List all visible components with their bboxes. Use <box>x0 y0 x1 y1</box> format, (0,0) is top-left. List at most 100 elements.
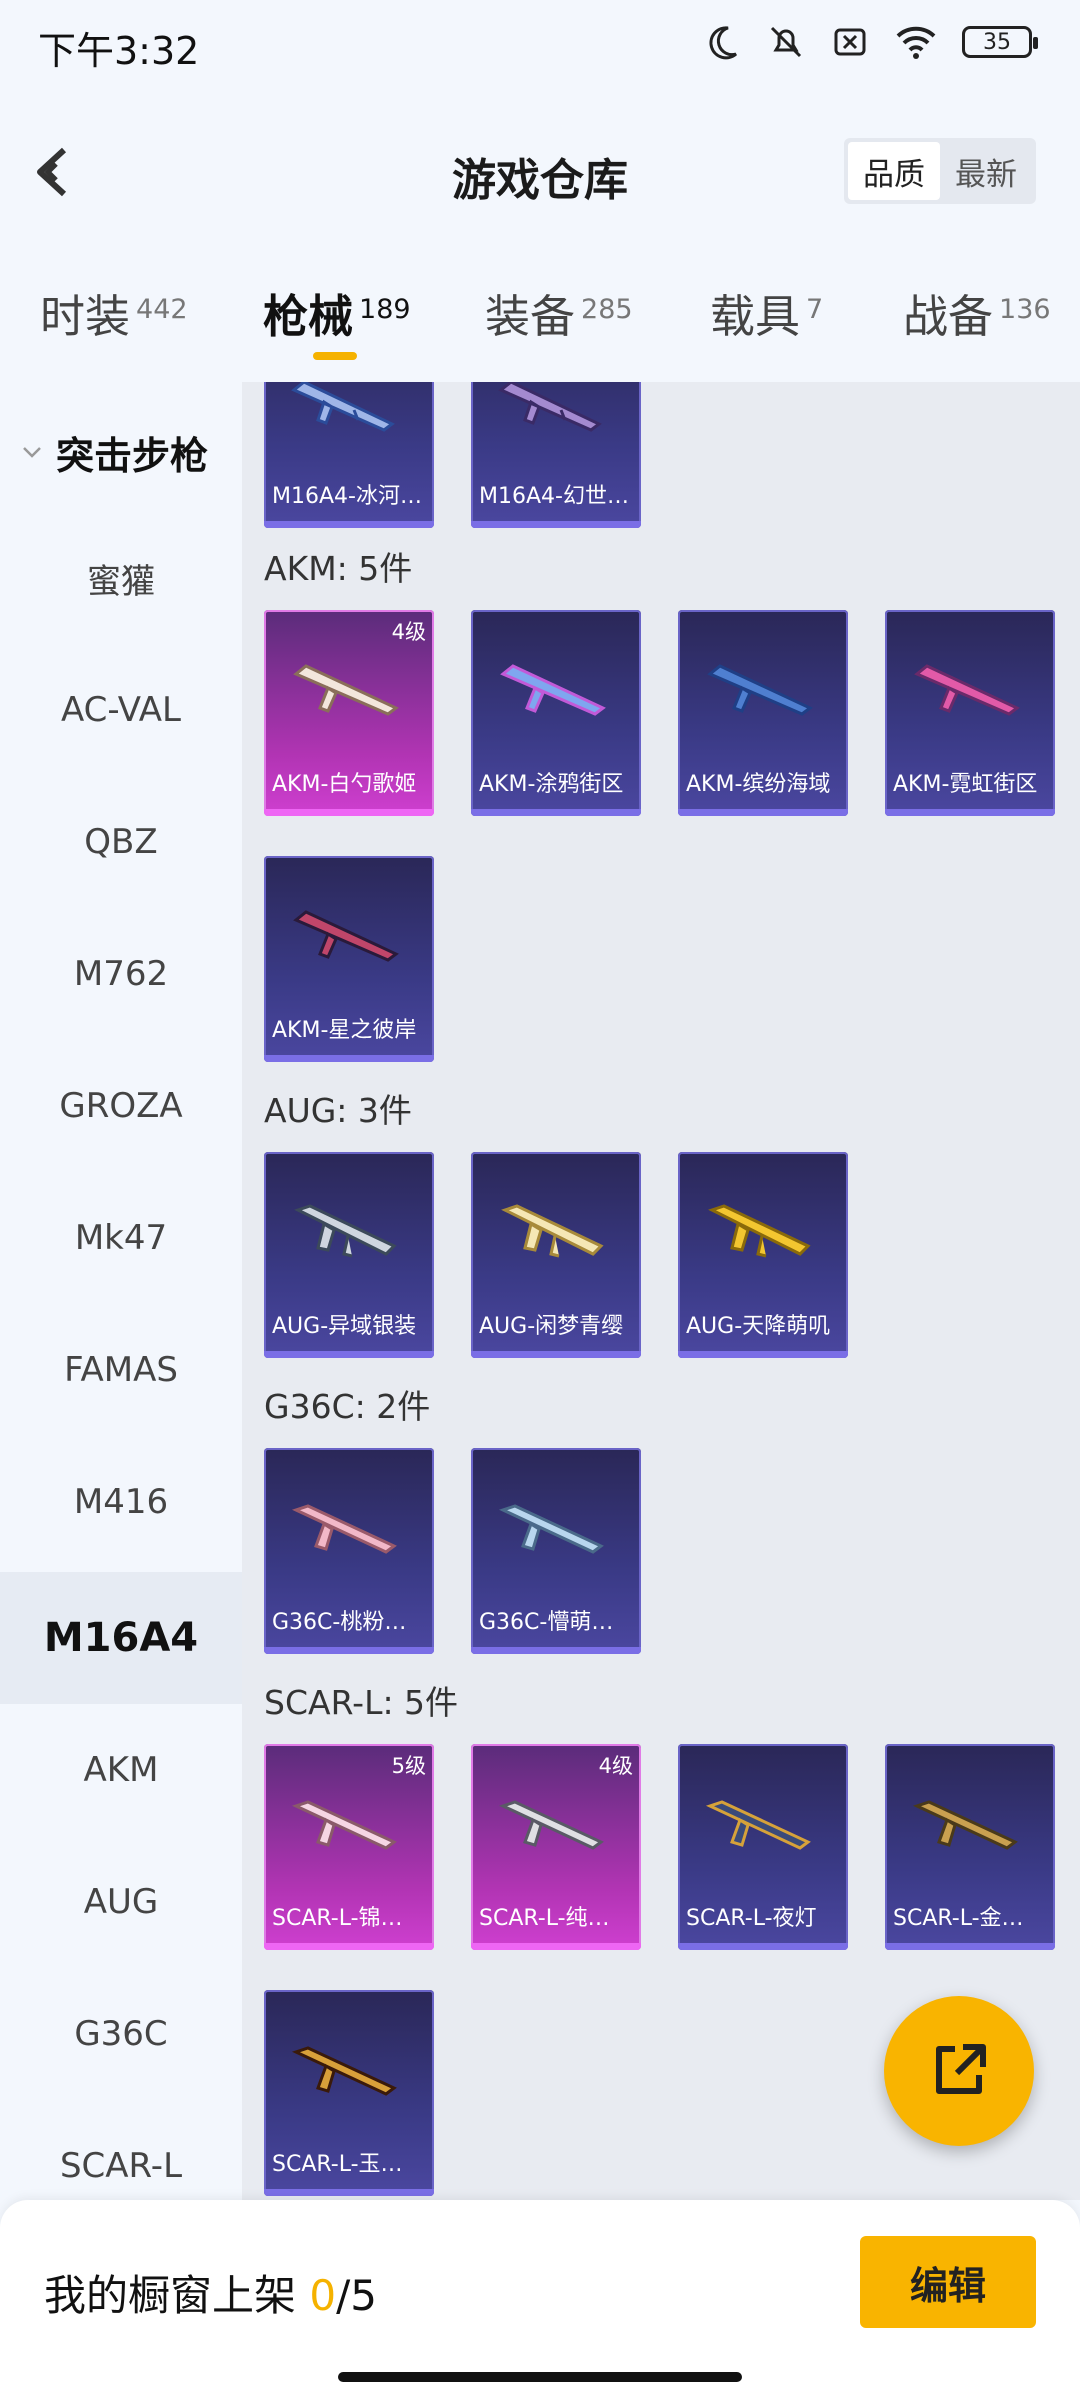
tab-firearms[interactable]: 枪械 189 <box>263 280 411 345</box>
shelf-current-count: 0 <box>309 2271 337 2320</box>
status-time: 下午3:32 <box>38 29 200 73</box>
skin-name: AUG-异域银装 <box>272 1314 417 1339</box>
shelf-total-count: /5 <box>336 2271 377 2320</box>
sidebar-item[interactable]: SCAR-L <box>0 2100 242 2200</box>
rifle-icon <box>707 664 813 716</box>
rifle-icon <box>293 910 399 962</box>
rifle-icon <box>708 1204 811 1258</box>
sidebar-item[interactable]: Mk47 <box>0 1172 242 1304</box>
skin-name: SCAR-L-玉… <box>272 2152 403 2177</box>
rifle-icon <box>294 1204 397 1258</box>
rifle-icon <box>705 1800 811 1850</box>
sort-quality-button[interactable]: 品质 <box>848 142 940 200</box>
section-scarl-title: SCAR-L: 5件 <box>264 1683 459 1722</box>
skin-level: 4级 <box>598 1754 633 1778</box>
skin-name: AKM-涂鸦街区 <box>479 772 624 797</box>
tab-label: 时装 <box>40 290 131 343</box>
sidebar-item[interactable]: G36C <box>0 1968 242 2100</box>
tab-count: 189 <box>359 294 411 325</box>
rifle-icon <box>498 382 602 432</box>
skin-name: SCAR-L-纯… <box>479 1906 610 1931</box>
moon-icon <box>709 26 738 60</box>
skin-level: 5级 <box>391 1754 426 1778</box>
rifle-icon <box>291 1800 397 1850</box>
shelf-label: 我的橱窗上架 <box>44 2271 297 2320</box>
rifle-icon <box>291 382 395 432</box>
tab-vehicles[interactable]: 载具 7 <box>710 280 823 345</box>
sidebar-item[interactable]: M416 <box>0 1436 242 1568</box>
skin-card[interactable]: AKM-星之彼岸 <box>264 856 434 1062</box>
share-external-icon <box>936 2044 986 2094</box>
sidebar-item[interactable]: AUG <box>0 1836 242 1968</box>
skin-card[interactable]: AKM-霓虹街区 <box>885 610 1055 816</box>
shelf-status: 我的橱窗上架 0/5 <box>44 2262 377 2323</box>
skin-card[interactable]: SCAR-L-金… <box>885 1744 1055 1950</box>
sidebar-item[interactable]: AKM <box>0 1704 242 1836</box>
skin-card[interactable]: AUG-异域银装 <box>264 1152 434 1358</box>
skin-card[interactable]: SCAR-L-夜灯 <box>678 1744 848 1950</box>
skin-name: AUG-天降萌叽 <box>686 1314 831 1339</box>
skin-name: AUG-闲梦青缨 <box>479 1314 624 1339</box>
home-indicator[interactable] <box>338 2372 742 2382</box>
rifle-icon <box>498 1800 604 1850</box>
bottom-bar: 我的橱窗上架 0/5 编辑 <box>0 2200 1080 2400</box>
skin-card[interactable]: M16A4-幻世… <box>471 382 641 528</box>
skin-card[interactable]: G36C-桃粉… <box>264 1448 434 1654</box>
sidebar-item[interactable]: QBZ <box>0 776 242 908</box>
skin-card[interactable]: AUG-天降萌叽 <box>678 1152 848 1358</box>
active-tab-indicator <box>313 352 357 360</box>
skin-card[interactable]: AUG-闲梦青缨 <box>471 1152 641 1358</box>
skin-name: SCAR-L-锦… <box>272 1906 403 1931</box>
sort-toggle: 品质 最新 <box>844 138 1036 204</box>
skin-name: G36C-桃粉… <box>272 1610 407 1635</box>
skin-card[interactable]: AKM-涂鸦街区 <box>471 610 641 816</box>
tab-count: 442 <box>136 294 188 325</box>
rifle-icon <box>498 1504 604 1554</box>
section-aug-title: AUG: 3件 <box>264 1091 412 1130</box>
tab-equipment[interactable]: 装备 285 <box>485 280 633 345</box>
skin-name: AKM-霓虹街区 <box>893 772 1038 797</box>
tab-fashion[interactable]: 时装 442 <box>40 280 188 345</box>
status-icons: 35 <box>702 22 1038 62</box>
skin-card[interactable]: 4级 SCAR-L-纯… <box>471 1744 641 1950</box>
tab-count: 136 <box>999 294 1051 325</box>
sidebar-item[interactable]: AC-VAL <box>0 644 242 776</box>
rifle-icon <box>293 664 399 716</box>
sidebar-item-selected[interactable]: M16A4 <box>0 1572 242 1704</box>
skin-card[interactable]: G36C-懵萌… <box>471 1448 641 1654</box>
skin-card[interactable]: 5级 SCAR-L-锦… <box>264 1744 434 1950</box>
weapon-grid: M16A4-冰河… M16A4-幻世… AKM: 5件 4级 AKM-白勺歌姬 … <box>242 382 1080 2200</box>
sidebar-item[interactable]: GROZA <box>0 1040 242 1172</box>
tab-supplies[interactable]: 战备 136 <box>903 280 1051 345</box>
tab-label: 战备 <box>903 290 994 343</box>
sidebar-item[interactable]: FAMAS <box>0 1304 242 1436</box>
skin-level: 4级 <box>391 620 426 644</box>
weapon-sidebar: 突击步枪 蜜獾 AC-VAL QBZ M762 GROZA Mk47 FAMAS… <box>0 382 242 2200</box>
skin-name: AKM-星之彼岸 <box>272 1018 417 1043</box>
skin-name: M16A4-冰河… <box>272 484 422 509</box>
tab-label: 装备 <box>485 290 576 343</box>
skin-name: AKM-白勺歌姬 <box>272 772 417 797</box>
rifle-icon <box>501 1204 604 1258</box>
rifle-icon <box>291 1504 397 1554</box>
edit-button[interactable]: 编辑 <box>860 2236 1036 2328</box>
sort-latest-button[interactable]: 最新 <box>940 142 1032 200</box>
skin-card[interactable]: M16A4-冰河… <box>264 382 434 528</box>
wifi-icon <box>896 26 936 59</box>
skin-card[interactable]: SCAR-L-玉… <box>264 1990 434 2196</box>
skin-card[interactable]: 4级 AKM-白勺歌姬 <box>264 610 434 816</box>
skin-name: SCAR-L-夜灯 <box>686 1906 817 1931</box>
sidebar-group-assault-rifles[interactable]: 突击步枪 <box>0 422 242 482</box>
tab-label: 载具 <box>710 290 801 343</box>
skin-card[interactable]: AKM-缤纷海域 <box>678 610 848 816</box>
header: 游戏仓库 品质 最新 <box>0 110 1080 230</box>
sidebar-item[interactable]: M762 <box>0 908 242 1040</box>
share-button[interactable] <box>884 1996 1034 2146</box>
chevron-down-icon <box>23 447 41 458</box>
skin-name: M16A4-幻世… <box>479 484 629 509</box>
sidebar-item[interactable]: 蜜獾 <box>0 512 242 644</box>
section-g36c-title: G36C: 2件 <box>264 1387 431 1426</box>
section-akm-title: AKM: 5件 <box>264 549 413 588</box>
rifle-icon <box>291 2046 397 2096</box>
sidebar-group-label: 突击步枪 <box>56 433 209 478</box>
